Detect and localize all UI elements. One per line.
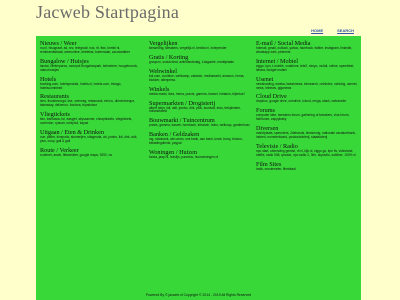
section-links[interactable]: bol.com, coolblue, wehkamp, zalando, med… — [149, 74, 253, 83]
link-section: Bungalow / Huisjes landal, centerparcs, r… — [40, 58, 144, 73]
section-links[interactable]: nu.nl, hisugraaf, ad, nrc, telegraaf, no… — [40, 46, 144, 55]
section-links[interactable]: praxis, gamma, karwei, hornbach, intratu… — [149, 123, 253, 128]
search-link[interactable]: SEARCH — [337, 28, 354, 33]
column-2: Vergelijken kieskeurig, tweakers, vergeli… — [149, 40, 253, 163]
link-panel: Nieuws / Weer nu.nl, hisugraaf, ad, nrc, … — [36, 36, 361, 291]
section-links[interactable]: ziggo, kpn, t-mobile, vodafone, tele2, s… — [256, 64, 360, 73]
link-section: Usenet newshosting, eweka, tweaknews, bin… — [256, 76, 360, 91]
section-links[interactable]: funda, jaap.nl, huislijn, pararius, huur… — [149, 155, 253, 160]
link-section: Supermarkten / Drogisterij albert heijn, … — [149, 100, 253, 115]
home-link[interactable]: HOME — [311, 28, 323, 33]
section-links[interactable]: imdb, moviemeter, filmtotaal — [256, 167, 360, 172]
link-section: Vergelijken kieskeurig, tweakers, vergeli… — [149, 40, 253, 51]
section-links[interactable]: dropbox, google drive, onedrive, icloud,… — [256, 100, 360, 104]
top-nav: HOME SEARCH — [311, 28, 354, 33]
link-section: Gratis / Korting groupon, social deal, ac… — [149, 54, 253, 65]
section-links[interactable]: routenet, anwb, flitsmeister, google map… — [40, 153, 144, 158]
link-section: Cloud Drive dropbox, google drive, onedri… — [256, 93, 360, 104]
link-section: Televisie / Radio npo start, uitzending g… — [256, 143, 360, 158]
page-title: Jacweb Startpagina — [36, 2, 180, 22]
link-section: Internet / Mobiel ziggo, kpn, t-mobile, v… — [256, 58, 360, 73]
section-links[interactable]: marktplaats, speurders, 2dehands, kieske… — [256, 131, 360, 140]
section-links[interactable]: iens, thuisbezorgd, ilse, overweg, resta… — [40, 100, 144, 108]
link-section: Banken / Geldzaken ing, rabobank, abn amr… — [149, 131, 253, 146]
section-links[interactable]: media markt, ikea, hema, praxis, gamma, … — [149, 92, 253, 97]
link-section: Hotels booking.com, hotelspecials, hotels… — [40, 76, 144, 91]
section-links[interactable]: klm, transavia, tui, easyjet, skyscanner… — [40, 117, 144, 126]
link-section: Diversen marktplaats, speurders, 2dehands… — [256, 125, 360, 140]
link-section: Route / Verkeer routenet, anwb, flitsmeis… — [40, 147, 144, 158]
link-section: Forums computer idee, tweakers forum, gat… — [256, 107, 360, 122]
section-links[interactable]: ing, rabobank, abn amro, sns bank, asn b… — [149, 137, 253, 146]
section-links[interactable]: hotmail, gmail, outlook, yahoo, facebook… — [256, 46, 360, 55]
section-links[interactable]: vue, pathe, kinepolis, stomerijen, uitag… — [40, 135, 144, 144]
link-section: Vliegtickets klm, transavia, tui, easyjet… — [40, 111, 144, 126]
footer: Powered By © jacweb.nl Copyright © 2014 … — [36, 291, 361, 300]
link-section: Woningen / Huizen funda, jaap.nl, huislij… — [149, 149, 253, 160]
link-section: Webwinkel bol.com, coolblue, wehkamp, zal… — [149, 68, 253, 83]
link-section: Bouwmarkt / Tuincentrum praxis, gamma, ka… — [149, 117, 253, 128]
column-3: E-mail / Social Media hotmail, gmail, out… — [256, 40, 360, 175]
section-links[interactable]: newshosting, eweka, tweaknews, binsearch… — [256, 82, 360, 91]
link-section: E-mail / Social Media hotmail, gmail, out… — [256, 40, 360, 55]
section-links[interactable]: albert heijn, lidl, aldi, jumbo, dirk, p… — [149, 106, 253, 115]
column-1: Nieuws / Weer nu.nl, hisugraaf, ad, nrc, … — [40, 40, 144, 161]
section-links[interactable]: booking.com, hotelspecials, hotels.nl, h… — [40, 82, 144, 91]
link-section: Film Sites imdb, moviemeter, filmtotaal — [256, 161, 360, 172]
section-links[interactable]: kieskeurig, tweakers, vergelijk.nl, besl… — [149, 46, 253, 51]
link-section: Nieuws / Weer nu.nl, hisugraaf, ad, nrc, … — [40, 40, 144, 55]
section-links[interactable]: npo start, uitzending gemist, rtl xl, ki… — [256, 149, 360, 158]
section-links[interactable]: landal, centerparcs, roompot bungalowpar… — [40, 64, 144, 73]
section-links[interactable]: computer idee, tweakers forum, gathering… — [256, 113, 360, 122]
link-section: Restaurants iens, thuisbezorgd, ilse, ove… — [40, 93, 144, 108]
link-section: Winkels media markt, ikea, hema, praxis, … — [149, 86, 253, 97]
section-links[interactable]: groupon, social deal, actievandedag, 1da… — [149, 60, 253, 65]
link-section: Uitgaan / Eten & Drinken vue, pathe, kine… — [40, 129, 144, 144]
